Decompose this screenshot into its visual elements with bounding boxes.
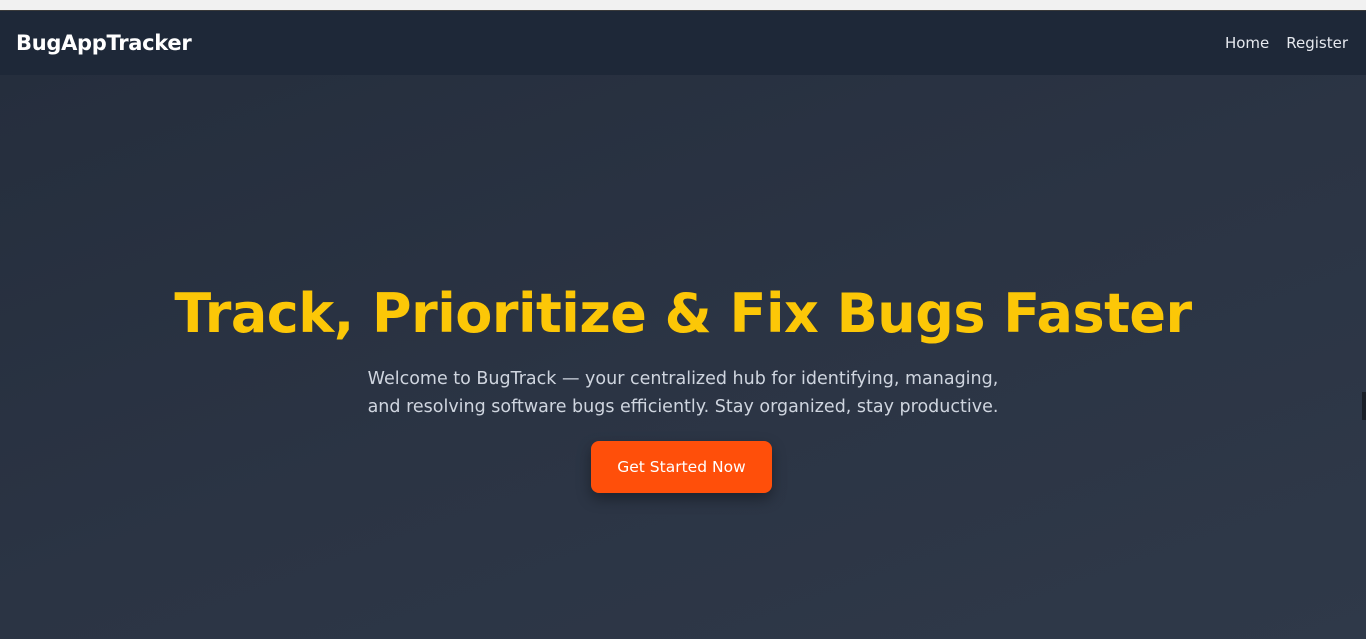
nav-link-register[interactable]: Register <box>1286 34 1348 52</box>
get-started-button[interactable]: Get Started Now <box>591 441 772 493</box>
hero-subtitle-line-1: Welcome to BugTrack — your centralized h… <box>367 369 999 389</box>
browser-bookmarks-strip <box>0 0 1366 11</box>
hero-section: Track, Prioritize & Fix Bugs Faster Welc… <box>0 75 1366 639</box>
window-edge-handle <box>1362 392 1366 420</box>
brand-logo[interactable]: BugAppTracker <box>16 31 192 55</box>
hero-subtitle: Welcome to BugTrack — your centralized h… <box>333 365 1033 421</box>
hero-subtitle-line-2: and resolving software bugs efficiently.… <box>367 397 999 417</box>
nav-links: Home Register <box>1225 34 1348 52</box>
nav-link-home[interactable]: Home <box>1225 34 1269 52</box>
hero-title: Track, Prioritize & Fix Bugs Faster <box>174 282 1192 345</box>
navbar: BugAppTracker Home Register <box>0 11 1366 75</box>
